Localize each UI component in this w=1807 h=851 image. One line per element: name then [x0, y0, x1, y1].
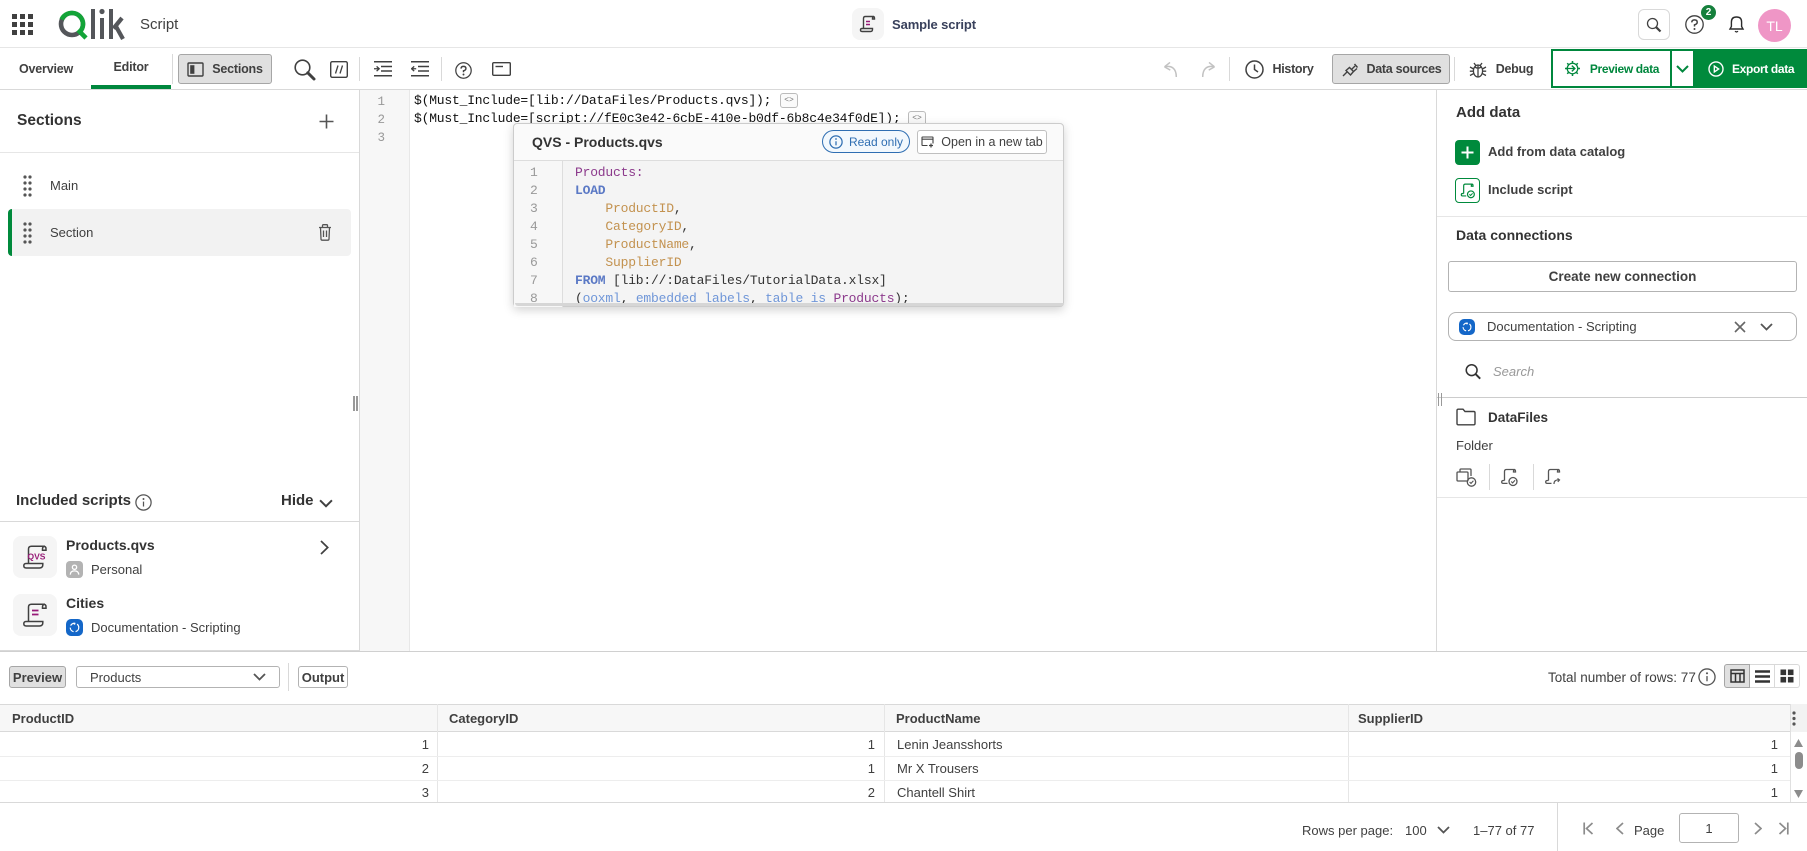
svg-text:QVS: QVS — [28, 552, 46, 562]
